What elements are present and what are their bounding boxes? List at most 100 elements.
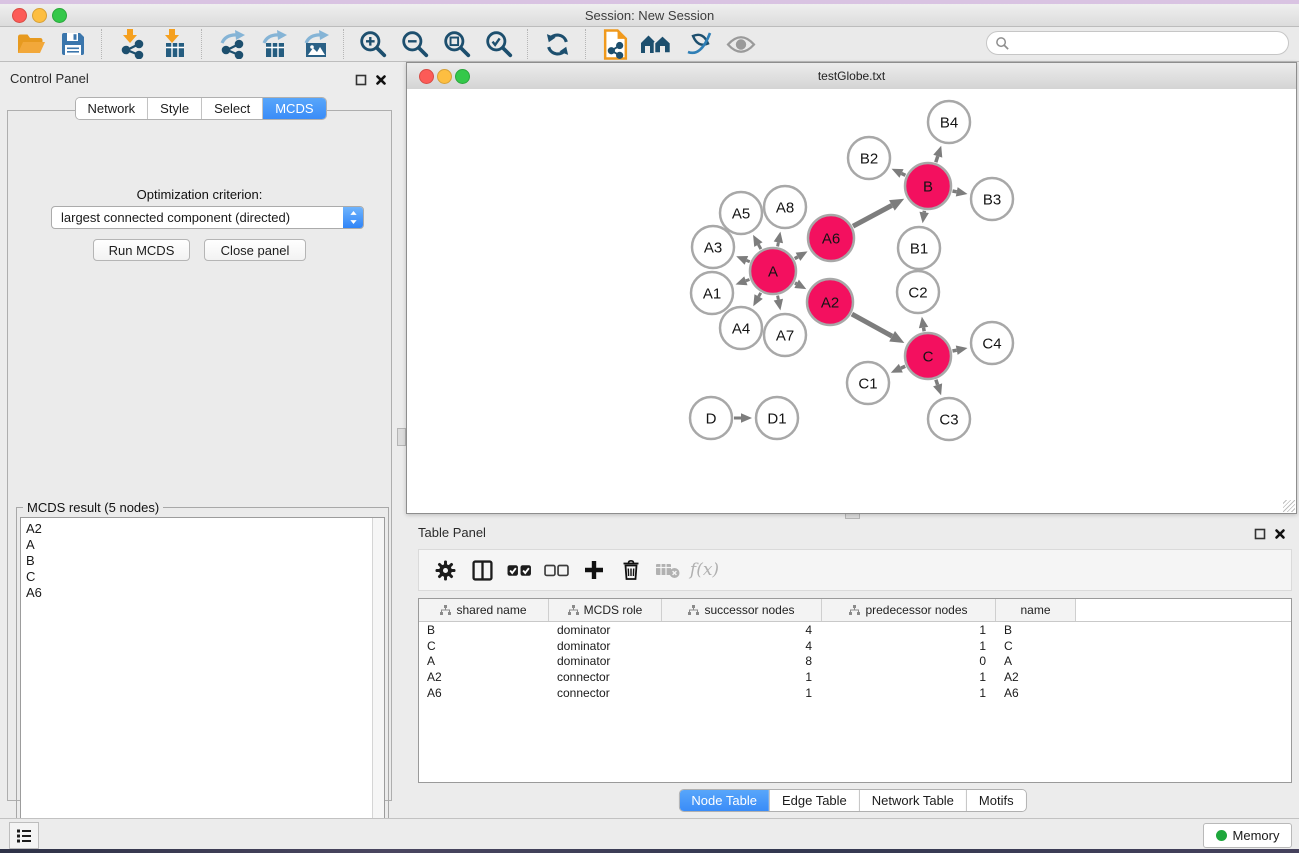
export-image-button[interactable] (294, 28, 336, 60)
graph-edge-A-A3[interactable] (746, 260, 749, 261)
graph-node-A7[interactable]: A7 (764, 314, 806, 356)
graph-edge-A-A8[interactable] (778, 242, 779, 246)
table-panel-close-button[interactable] (1274, 527, 1287, 540)
graph-node-C1[interactable]: C1 (847, 362, 889, 404)
zoom-in-button[interactable] (352, 28, 394, 60)
graph-node-A8[interactable]: A8 (764, 186, 806, 228)
search-input[interactable] (1010, 35, 1288, 51)
column-header-successor-nodes[interactable]: successor nodes (662, 599, 822, 621)
graph-edge-B-B2[interactable] (902, 173, 906, 175)
columns-button[interactable] (464, 555, 501, 585)
zoom-selected-button[interactable] (478, 28, 520, 60)
network-window-titlebar[interactable]: testGlobe.txt (407, 63, 1296, 90)
graph-node-A4[interactable]: A4 (720, 307, 762, 349)
graph-node-A5[interactable]: A5 (720, 192, 762, 234)
column-header-MCDS-role[interactable]: MCDS role (549, 599, 662, 621)
mcds-result-list[interactable]: A2ABCA6 (20, 517, 385, 845)
graph-edge-A-A5[interactable] (758, 245, 761, 250)
search-field[interactable] (986, 31, 1289, 55)
graph-edge-C-C3[interactable] (936, 380, 938, 385)
tab-style[interactable]: Style (147, 98, 201, 119)
result-list-item[interactable]: A2 (21, 521, 384, 537)
graph-edge-A-A1[interactable] (746, 279, 750, 280)
graph-edge-A-A7[interactable] (778, 296, 779, 300)
graph-edge-C-C2[interactable] (924, 328, 925, 332)
graph-edge-B-B3[interactable] (952, 191, 956, 192)
graph-node-C4[interactable]: C4 (971, 322, 1013, 364)
tab-mcds[interactable]: MCDS (262, 98, 325, 119)
tab-edge-table[interactable]: Edge Table (769, 790, 859, 811)
select-all-checkbox-button[interactable] (501, 555, 538, 585)
close-panel-button[interactable]: Close panel (204, 239, 306, 261)
criterion-select[interactable]: largest connected component (directed) (51, 206, 364, 229)
table-row[interactable]: Cdominator41C (419, 638, 1291, 654)
deselect-all-checkbox-button[interactable] (538, 555, 575, 585)
tab-node-table[interactable]: Node Table (679, 790, 769, 811)
control-panel-float-button[interactable] (355, 73, 368, 86)
import-table-button[interactable] (152, 28, 194, 60)
run-mcds-button[interactable]: Run MCDS (93, 239, 190, 261)
new-network-from-selection-button[interactable] (594, 28, 636, 60)
control-panel-close-button[interactable] (375, 73, 388, 86)
graph-node-A3[interactable]: A3 (692, 226, 734, 268)
result-list-scrollbar[interactable] (372, 518, 384, 844)
graph-node-C[interactable]: C (905, 333, 951, 379)
result-list-item[interactable]: A6 (21, 585, 384, 601)
graph-node-A1[interactable]: A1 (691, 272, 733, 314)
zoom-out-button[interactable] (394, 28, 436, 60)
column-header-shared-name[interactable]: shared name (419, 599, 549, 621)
window-resize-grip[interactable] (1283, 500, 1295, 512)
result-list-item[interactable]: C (21, 569, 384, 585)
show-all-button[interactable] (720, 28, 762, 60)
table-row[interactable]: A6connector11A6 (419, 685, 1291, 701)
result-list-item[interactable]: B (21, 553, 384, 569)
graph-node-D[interactable]: D (690, 397, 732, 439)
import-network-button[interactable] (110, 28, 152, 60)
graph-node-B2[interactable]: B2 (848, 137, 890, 179)
graph-edge-A-A2[interactable] (795, 283, 797, 284)
graph-edge-A-A4[interactable] (759, 293, 761, 297)
table-row[interactable]: Adominator80A (419, 653, 1291, 669)
zoom-fit-button[interactable] (436, 28, 478, 60)
export-network-button[interactable] (210, 28, 252, 60)
graph-node-C2[interactable]: C2 (897, 271, 939, 313)
table-row[interactable]: Bdominator41B (419, 622, 1291, 638)
graph-edge-A2-C[interactable] (852, 314, 892, 336)
task-history-button[interactable] (9, 822, 39, 849)
result-list-item[interactable]: A (21, 537, 384, 553)
column-header-predecessor-nodes[interactable]: predecessor nodes (822, 599, 996, 621)
graph-node-B4[interactable]: B4 (928, 101, 970, 143)
graph-node-D1[interactable]: D1 (756, 397, 798, 439)
open-file-button[interactable] (10, 28, 52, 60)
tab-select[interactable]: Select (201, 98, 262, 119)
network-canvas[interactable]: A A1 A2 A3 A4 A5 A6 A7 A8 B B1 B2 B3B4 C C1 C2 C3C4 D D1 (407, 89, 1296, 513)
gear-button[interactable] (427, 555, 464, 585)
graph-edge-A6-B[interactable] (853, 205, 892, 226)
tab-motifs[interactable]: Motifs (966, 790, 1026, 811)
tab-network[interactable]: Network (75, 98, 147, 119)
tab-network-table[interactable]: Network Table (859, 790, 966, 811)
vertical-splitter-handle[interactable] (397, 428, 406, 446)
node-table[interactable]: shared nameMCDS rolesuccessor nodesprede… (418, 598, 1292, 783)
graph-edge-C-C1[interactable] (901, 366, 905, 368)
column-header-name[interactable]: name (996, 599, 1076, 621)
table-row[interactable]: A2connector11A2 (419, 669, 1291, 685)
graph-node-B1[interactable]: B1 (898, 227, 940, 269)
add-column-button[interactable] (575, 555, 612, 585)
graph-node-A2[interactable]: A2 (807, 279, 853, 325)
refresh-button[interactable] (536, 28, 578, 60)
graph-node-B[interactable]: B (905, 163, 951, 209)
graph-edge-C-C4[interactable] (952, 350, 956, 351)
graph-node-A6[interactable]: A6 (808, 215, 854, 261)
first-neighbors-button[interactable] (636, 28, 678, 60)
delete-column-button[interactable] (612, 555, 649, 585)
graph-node-A[interactable]: A (750, 248, 796, 294)
graph-edge-B-B4[interactable] (936, 156, 938, 162)
memory-button[interactable]: Memory (1203, 823, 1292, 848)
hide-selected-button[interactable] (678, 28, 720, 60)
graph-node-B3[interactable]: B3 (971, 178, 1013, 220)
save-session-button[interactable] (52, 28, 94, 60)
export-table-button[interactable] (252, 28, 294, 60)
graph-node-C3[interactable]: C3 (928, 398, 970, 440)
graph-edge-A-A6[interactable] (795, 257, 798, 259)
